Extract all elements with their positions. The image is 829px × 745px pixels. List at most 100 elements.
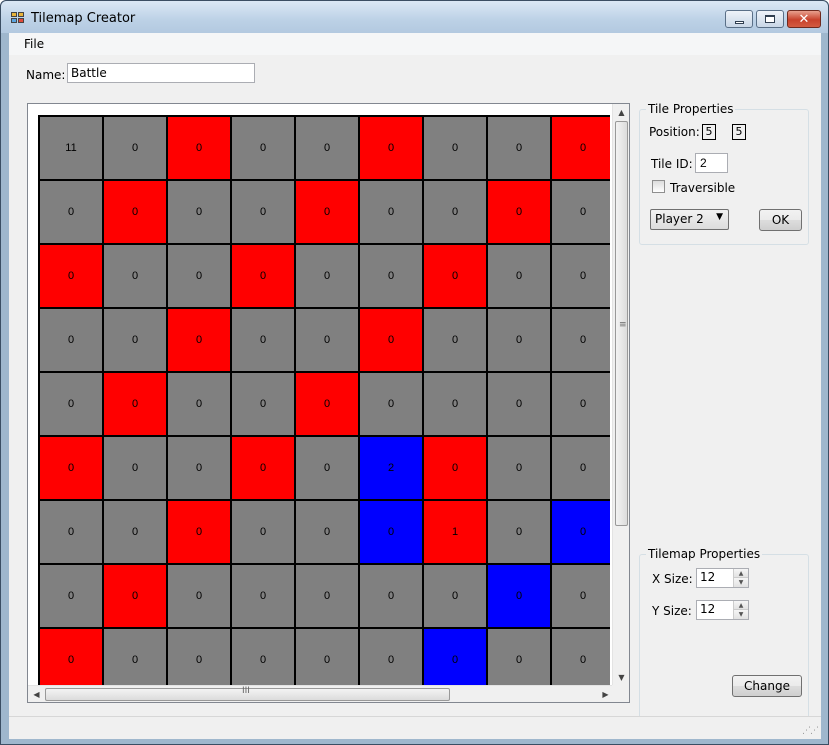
tile-cell[interactable]: 0 — [40, 437, 102, 499]
tile-cell[interactable]: 0 — [424, 373, 486, 435]
tile-cell[interactable]: 0 — [232, 501, 294, 563]
tile-cell[interactable]: 0 — [424, 181, 486, 243]
spin-up-icon[interactable]: ▲ — [734, 601, 748, 610]
tile-cell[interactable]: 0 — [40, 245, 102, 307]
tile-cell[interactable]: 0 — [360, 309, 422, 371]
spin-down-icon[interactable]: ▼ — [734, 578, 748, 587]
scroll-down-icon[interactable]: ▼ — [613, 669, 629, 686]
tile-cell[interactable]: 0 — [360, 245, 422, 307]
tile-cell[interactable]: 0 — [424, 629, 486, 685]
tile-cell[interactable]: 0 — [232, 629, 294, 685]
tile-cell[interactable]: 1 — [424, 501, 486, 563]
tile-cell[interactable]: 0 — [552, 437, 610, 499]
tile-cell[interactable]: 0 — [296, 373, 358, 435]
tile-cell[interactable]: 11 — [40, 117, 102, 179]
tile-cell[interactable]: 0 — [40, 181, 102, 243]
ok-button[interactable]: OK — [759, 209, 802, 231]
menu-file[interactable]: File — [24, 37, 44, 51]
spin-up-icon[interactable]: ▲ — [734, 569, 748, 578]
tile-cell[interactable]: 0 — [552, 373, 610, 435]
tile-cell[interactable]: 0 — [296, 501, 358, 563]
tile-cell[interactable]: 0 — [232, 565, 294, 627]
tile-cell[interactable]: 0 — [360, 373, 422, 435]
tile-cell[interactable]: 0 — [40, 373, 102, 435]
tile-cell[interactable]: 0 — [424, 437, 486, 499]
tile-cell[interactable]: 0 — [360, 501, 422, 563]
tile-cell[interactable]: 0 — [296, 629, 358, 685]
scroll-up-icon[interactable]: ▲ — [613, 104, 629, 121]
tile-cell[interactable]: 0 — [424, 245, 486, 307]
x-size-stepper[interactable]: 12 ▲ ▼ — [696, 568, 749, 588]
tile-cell[interactable]: 0 — [552, 117, 610, 179]
tile-cell[interactable]: 0 — [488, 629, 550, 685]
tile-cell[interactable]: 0 — [168, 437, 230, 499]
tile-cell[interactable]: 0 — [168, 245, 230, 307]
tile-cell[interactable]: 0 — [552, 501, 610, 563]
tile-cell[interactable]: 2 — [360, 437, 422, 499]
player-select[interactable]: Player 2 ▼ — [650, 209, 729, 230]
tile-cell[interactable]: 0 — [232, 181, 294, 243]
tile-cell[interactable]: 0 — [552, 565, 610, 627]
tile-cell[interactable]: 0 — [424, 117, 486, 179]
tile-cell[interactable]: 0 — [40, 309, 102, 371]
tile-cell[interactable]: 0 — [488, 309, 550, 371]
tile-cell[interactable]: 0 — [488, 245, 550, 307]
tile-cell[interactable]: 0 — [168, 373, 230, 435]
resize-grip-icon[interactable]: ⋰⋰ — [802, 726, 819, 736]
horizontal-scroll-thumb[interactable]: III — [45, 686, 450, 701]
maximize-button[interactable] — [756, 10, 784, 28]
scroll-left-icon[interactable]: ◀ — [28, 686, 45, 702]
minimize-button[interactable] — [725, 10, 753, 28]
tile-id-input[interactable] — [695, 153, 728, 173]
tile-cell[interactable]: 0 — [104, 181, 166, 243]
tile-cell[interactable]: 0 — [232, 373, 294, 435]
tile-cell[interactable]: 0 — [296, 245, 358, 307]
tile-cell[interactable]: 0 — [40, 629, 102, 685]
tile-cell[interactable]: 0 — [168, 565, 230, 627]
tile-cell[interactable]: 0 — [168, 117, 230, 179]
tile-cell[interactable]: 0 — [488, 181, 550, 243]
tile-cell[interactable]: 0 — [424, 309, 486, 371]
tile-cell[interactable]: 0 — [488, 501, 550, 563]
tile-cell[interactable]: 0 — [232, 245, 294, 307]
tile-cell[interactable]: 0 — [296, 309, 358, 371]
tile-cell[interactable]: 0 — [104, 501, 166, 563]
tile-cell[interactable]: 0 — [104, 629, 166, 685]
tile-cell[interactable]: 0 — [104, 565, 166, 627]
tile-cell[interactable]: 0 — [360, 629, 422, 685]
tile-cell[interactable]: 0 — [232, 309, 294, 371]
vertical-scrollbar[interactable]: ▲ ≡ ▼ — [612, 104, 629, 686]
tile-cell[interactable]: 0 — [296, 181, 358, 243]
title-bar[interactable]: Tilemap Creator ✕ — [1, 1, 828, 33]
name-input[interactable] — [67, 63, 255, 83]
tile-cell[interactable]: 0 — [488, 565, 550, 627]
tile-cell[interactable]: 0 — [552, 629, 610, 685]
tile-cell[interactable]: 0 — [488, 373, 550, 435]
change-button[interactable]: Change — [732, 675, 802, 697]
tile-cell[interactable]: 0 — [488, 117, 550, 179]
tile-cell[interactable]: 0 — [552, 245, 610, 307]
y-size-stepper[interactable]: 12 ▲ ▼ — [696, 600, 749, 620]
tile-cell[interactable]: 0 — [104, 245, 166, 307]
tile-cell[interactable]: 0 — [104, 117, 166, 179]
tile-cell[interactable]: 0 — [296, 117, 358, 179]
tile-cell[interactable]: 0 — [424, 565, 486, 627]
tile-cell[interactable]: 0 — [168, 629, 230, 685]
tile-cell[interactable]: 0 — [360, 565, 422, 627]
tile-cell[interactable]: 0 — [232, 437, 294, 499]
tile-cell[interactable]: 0 — [168, 309, 230, 371]
tile-cell[interactable]: 0 — [296, 565, 358, 627]
horizontal-scrollbar[interactable]: ◀ III ▶ — [28, 685, 614, 702]
close-button[interactable]: ✕ — [787, 10, 821, 28]
vertical-scroll-thumb[interactable]: ≡ — [615, 121, 628, 526]
tile-cell[interactable]: 0 — [232, 117, 294, 179]
tile-cell[interactable]: 0 — [360, 117, 422, 179]
tile-cell[interactable]: 0 — [552, 309, 610, 371]
tile-cell[interactable]: 0 — [296, 437, 358, 499]
traversible-checkbox[interactable] — [652, 180, 665, 193]
tile-cell[interactable]: 0 — [104, 309, 166, 371]
tile-cell[interactable]: 0 — [40, 501, 102, 563]
tile-cell[interactable]: 0 — [104, 373, 166, 435]
tile-cell[interactable]: 0 — [40, 565, 102, 627]
tile-cell[interactable]: 0 — [552, 181, 610, 243]
